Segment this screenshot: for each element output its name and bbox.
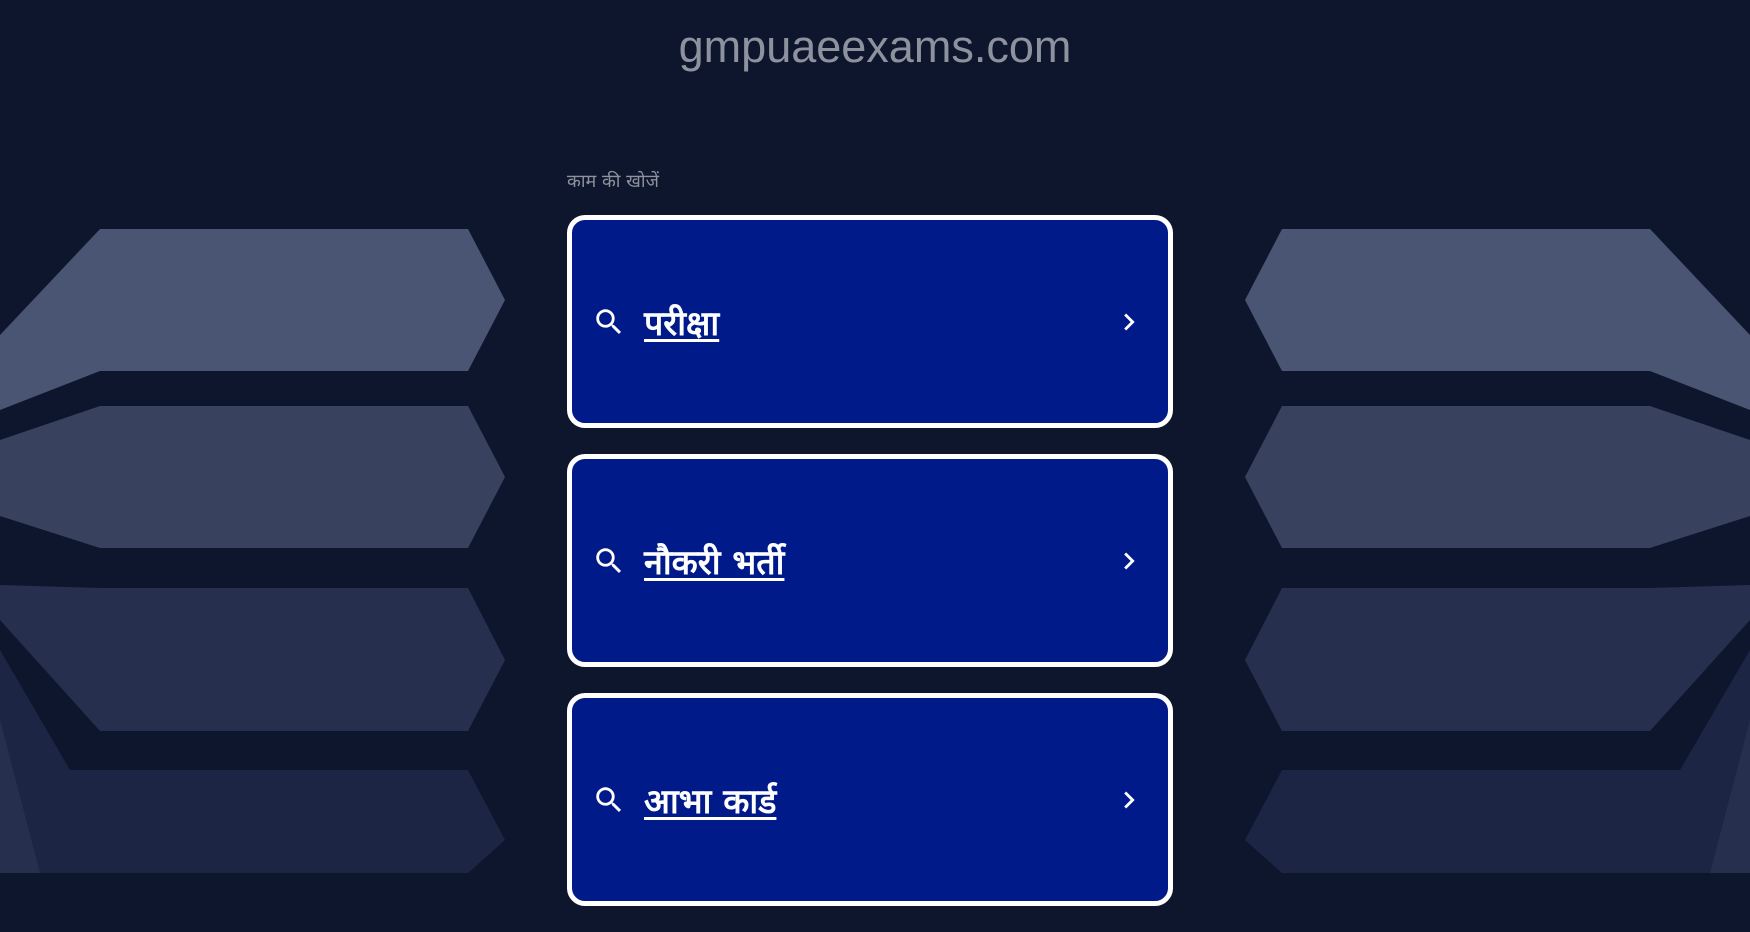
result-link-job-recruitment[interactable]: नौकरी भर्ती — [567, 454, 1173, 667]
search-icon — [596, 786, 622, 812]
result-list: परीक्षा नौकरी भर्ती आभा कार्ड — [567, 215, 1173, 932]
bg-band-left-3 — [0, 585, 505, 731]
domain-title: gmpuaeexams.com — [678, 21, 1072, 72]
result-label[interactable]: नौकरी भर्ती — [644, 538, 784, 584]
result-link-abha-card[interactable]: आभा कार्ड — [567, 693, 1173, 906]
bg-band-right-1 — [1245, 229, 1750, 410]
bg-band-left-2 — [0, 406, 505, 548]
bg-band-right-2 — [1245, 406, 1750, 548]
bg-band-right-3 — [1245, 585, 1750, 731]
search-icon — [596, 547, 622, 573]
chevron-right-icon — [1124, 552, 1135, 569]
search-heading: काम की खोजें — [567, 171, 659, 192]
result-link-exam[interactable]: परीक्षा — [567, 215, 1173, 428]
chevron-right-icon — [1124, 313, 1135, 330]
search-icon — [596, 308, 622, 334]
bg-band-left-1 — [0, 229, 505, 410]
result-label[interactable]: आभा कार्ड — [644, 777, 776, 823]
chevron-right-icon — [1124, 791, 1135, 808]
result-label[interactable]: परीक्षा — [644, 299, 719, 345]
